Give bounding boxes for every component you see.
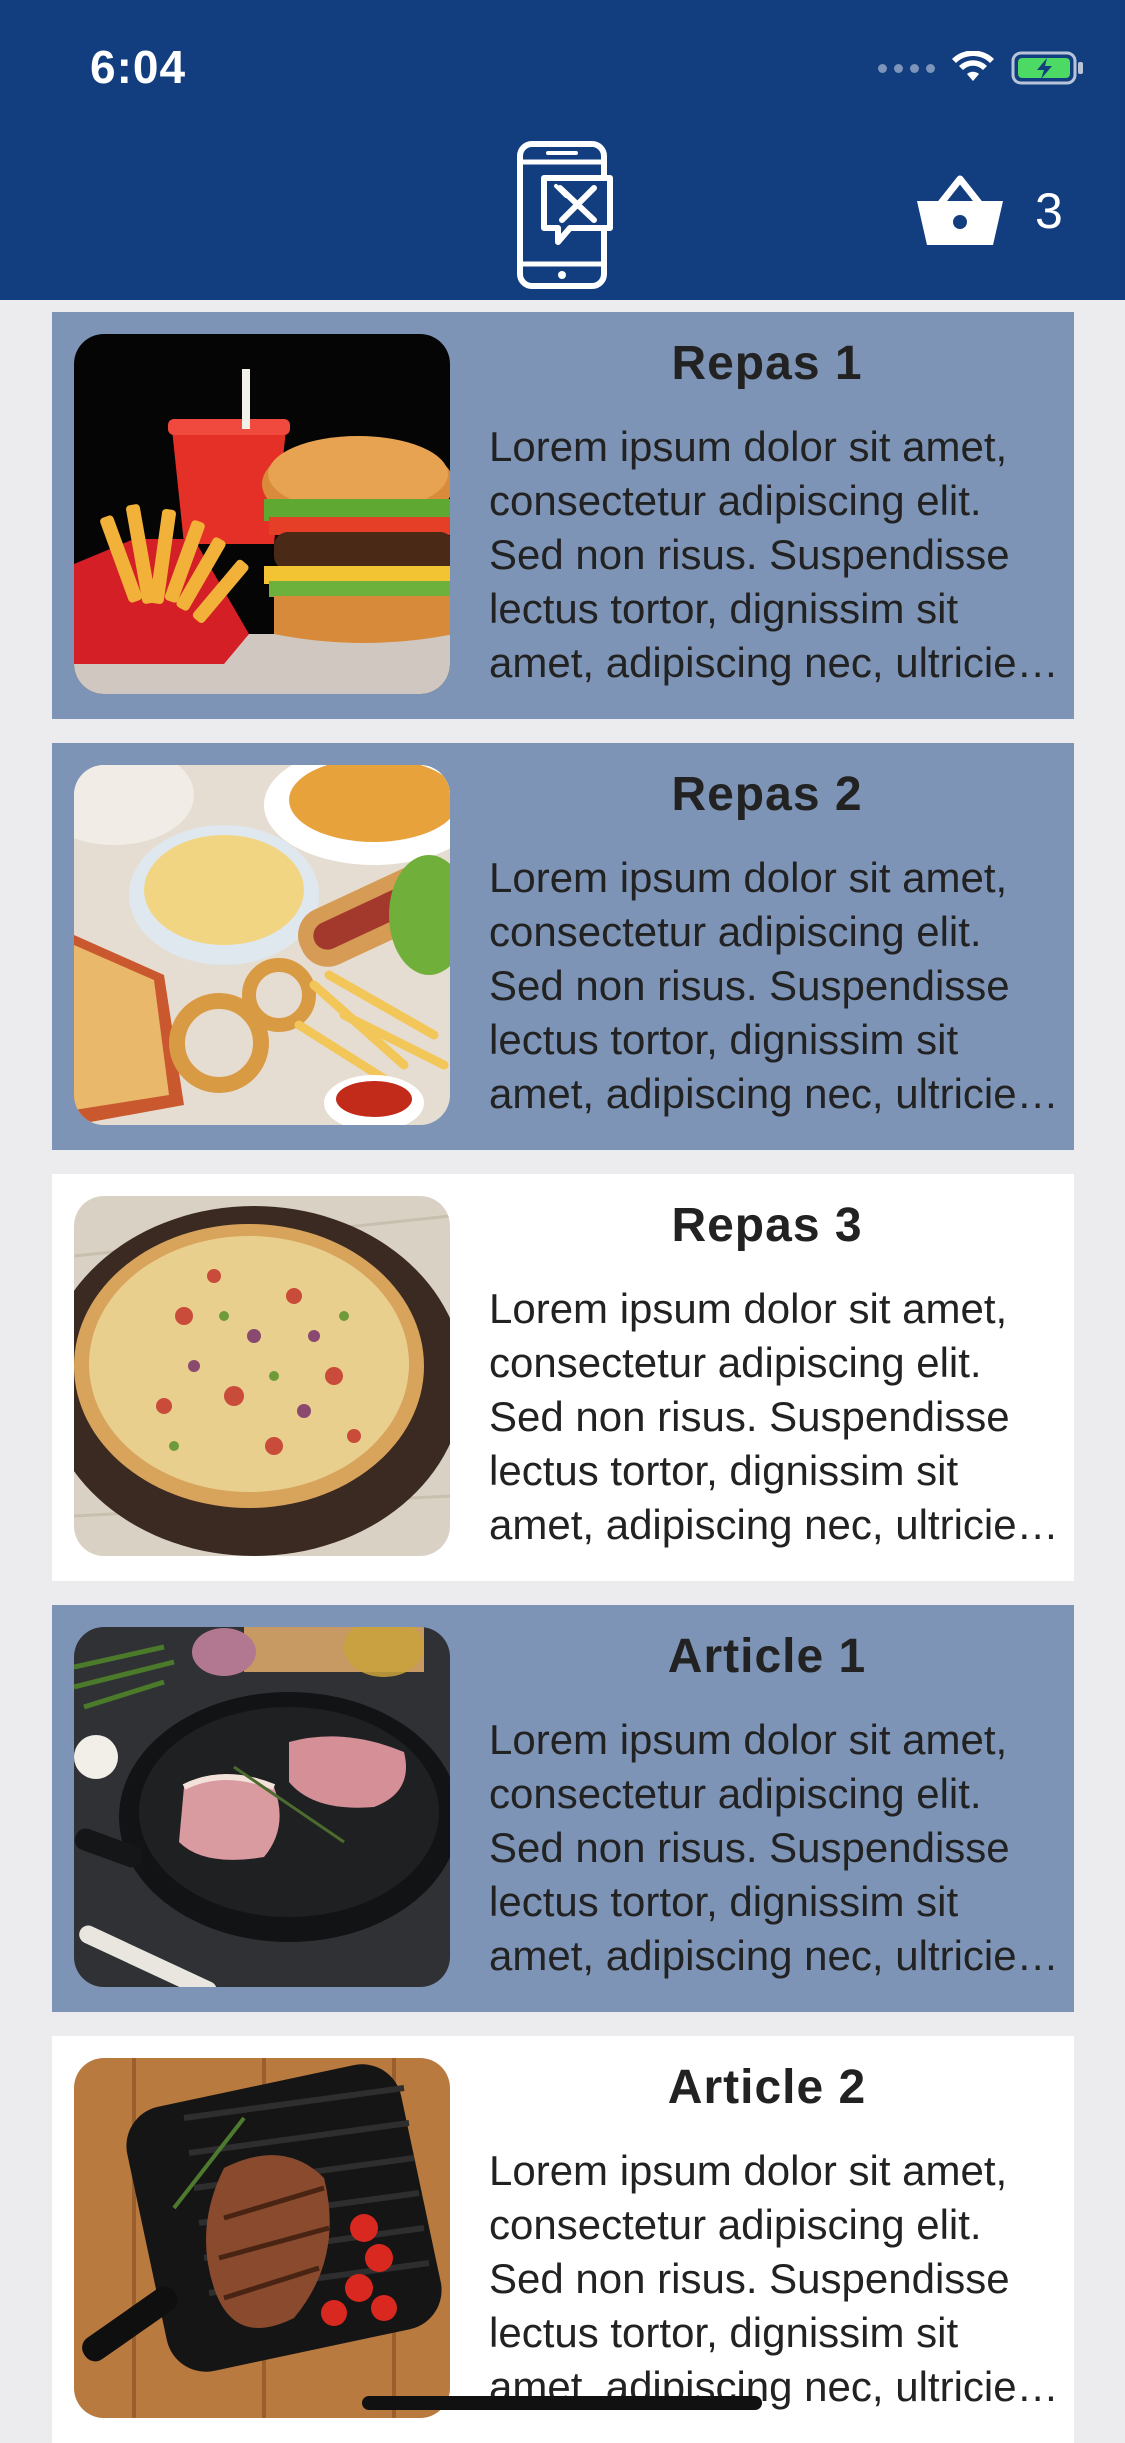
- signal-dots-icon: [878, 63, 935, 73]
- status-icons: [878, 48, 1085, 88]
- item-title: Repas 1: [671, 337, 863, 390]
- cart-count-badge: 3: [1035, 183, 1063, 239]
- battery-charging-icon: [1011, 51, 1083, 85]
- list-item[interactable]: Repas 3 Lorem ipsum dolor sit amet, cons…: [52, 1174, 1074, 1581]
- item-description: Lorem ipsum dolor sit amet, consectetur …: [489, 423, 1038, 686]
- home-indicator[interactable]: [362, 2396, 762, 2410]
- item-title: Article 1: [667, 1630, 867, 1683]
- list-item[interactable]: Repas 1 Lorem ipsum dolor sit amet, cons…: [52, 312, 1074, 719]
- list-item[interactable]: Article 2 Lorem ipsum dolor sit amet, co…: [52, 2036, 1074, 2443]
- wifi-icon: [952, 51, 994, 81]
- list-item[interactable]: Repas 2 Lorem ipsum dolor sit amet, cons…: [52, 743, 1074, 1150]
- fast-food-platter-image: [74, 765, 450, 1125]
- meat-in-pan-image: [74, 1627, 450, 1987]
- item-description: Lorem ipsum dolor sit amet, consectetur …: [489, 854, 1038, 1117]
- app-header: 6:04 3: [0, 0, 1125, 300]
- item-description: Lorem ipsum dolor sit amet, consectetur …: [489, 1285, 1038, 1548]
- item-description: Lorem ipsum dolor sit amet, consectetur …: [489, 2147, 1038, 2410]
- item-title: Repas 3: [671, 1199, 863, 1252]
- steak-on-grill-pan-image: [74, 2058, 450, 2418]
- burger-and-fries-image: [74, 334, 450, 694]
- list-item[interactable]: Article 1 Lorem ipsum dolor sit amet, co…: [52, 1605, 1074, 2012]
- item-title: Article 2: [667, 2061, 867, 2114]
- item-title: Repas 2: [671, 768, 863, 821]
- phone-restaurant-logo-icon[interactable]: [508, 140, 618, 290]
- pizza-image: [74, 1196, 450, 1556]
- item-description: Lorem ipsum dolor sit amet, consectetur …: [489, 1716, 1038, 1979]
- status-time: 6:04: [90, 41, 187, 93]
- cart-button[interactable]: 3: [915, 175, 1063, 247]
- basket-icon: [917, 175, 1003, 245]
